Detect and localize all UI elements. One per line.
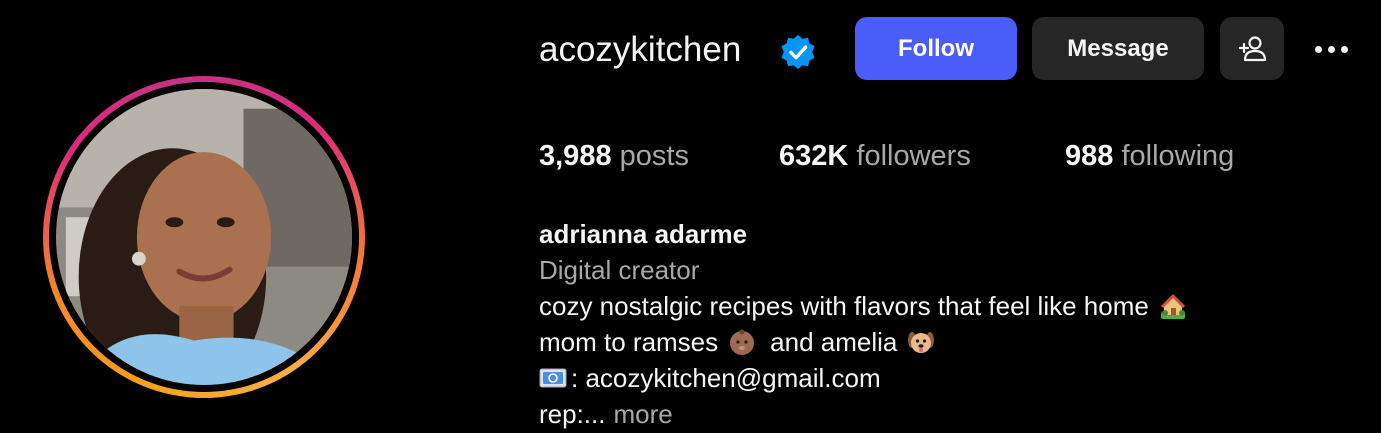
verified-badge-icon: [781, 34, 815, 70]
posts-count: 3,988: [539, 140, 612, 172]
bio-line: : acozykitchen@gmail.com: [539, 360, 1187, 396]
bio-text: rep:...: [539, 399, 606, 429]
more-dot: [1340, 45, 1348, 53]
posts-label: posts: [619, 140, 689, 172]
profile-bio: adrianna adarme Digital creator cozy nos…: [539, 216, 1187, 432]
bio-more-link[interactable]: more: [613, 396, 672, 432]
followers-label: followers: [856, 140, 971, 172]
bio-email[interactable]: : acozykitchen@gmail.com: [571, 360, 881, 396]
following-label: following: [1121, 140, 1235, 172]
category-label: Digital creator: [539, 255, 700, 285]
avatar-photo: [56, 89, 352, 385]
house-with-garden-icon: [1160, 294, 1185, 319]
story-ring[interactable]: [43, 76, 365, 398]
more-options-button[interactable]: [1307, 30, 1355, 68]
bio-line: cozy nostalgic recipes with flavors that…: [539, 288, 1187, 324]
email-icon: [539, 368, 567, 388]
stat-posts: 3,988 posts: [539, 136, 689, 176]
bio-text: and amelia: [770, 327, 898, 357]
bio-text: cozy nostalgic recipes with flavors that…: [539, 291, 1149, 321]
suggest-user-button[interactable]: [1220, 17, 1284, 80]
message-button[interactable]: Message: [1032, 17, 1204, 80]
follow-button[interactable]: Follow: [855, 17, 1017, 80]
more-dot: [1314, 45, 1322, 53]
add-user-icon: [1238, 35, 1267, 61]
stat-following[interactable]: 988 following: [1065, 136, 1234, 176]
followers-count: 632K: [779, 140, 849, 172]
display-name: adrianna adarme: [539, 219, 748, 249]
baby-icon: [730, 329, 755, 355]
bio-line: rep:... more: [539, 396, 1187, 432]
bio-line: mom to ramses and amelia: [539, 324, 1187, 360]
following-count: 988: [1065, 140, 1114, 172]
stat-followers[interactable]: 632K followers: [779, 136, 971, 176]
avatar[interactable]: [56, 89, 352, 385]
dog-face-icon: [908, 332, 935, 353]
bio-text: mom to ramses: [539, 327, 719, 357]
profile-username: acozykitchen: [539, 30, 742, 69]
more-dot: [1327, 45, 1335, 53]
